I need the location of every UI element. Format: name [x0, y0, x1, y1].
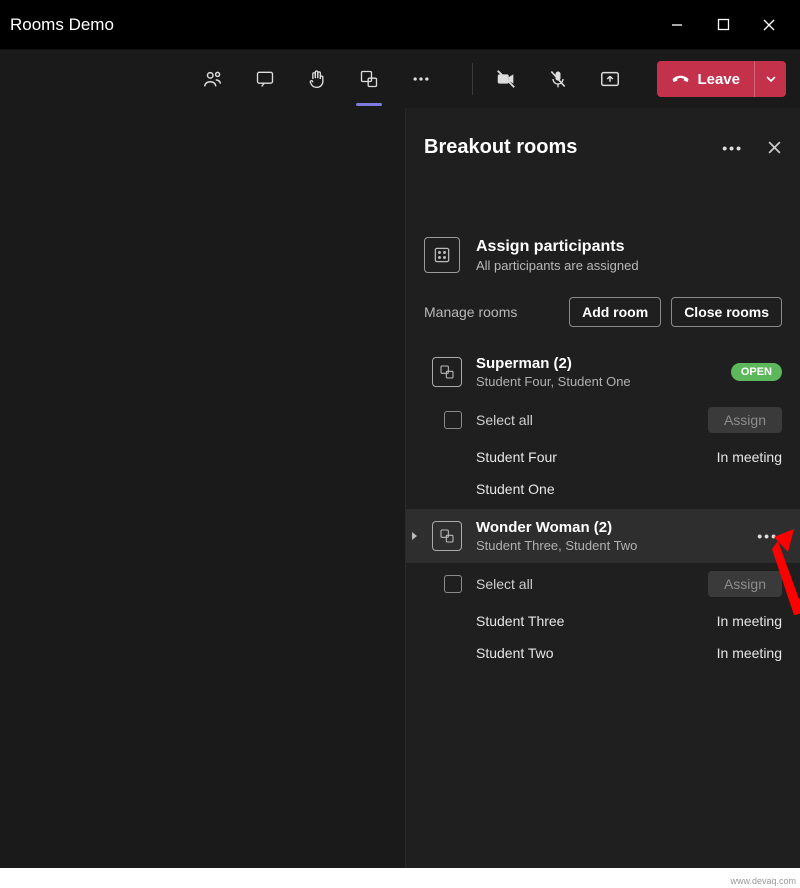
select-all-label: Select all: [476, 412, 694, 428]
meeting-toolbar: Leave: [0, 50, 800, 108]
share-screen-icon[interactable]: [599, 68, 621, 90]
room-subtitle: Student Four, Student One: [476, 374, 717, 389]
titlebar: Rooms Demo: [0, 0, 800, 50]
room-item: Superman (2) Student Four, Student One O…: [406, 345, 800, 509]
camera-off-icon[interactable]: [495, 68, 517, 90]
select-all-checkbox[interactable]: [444, 575, 462, 593]
mic-off-icon[interactable]: [547, 68, 569, 90]
leave-button-main[interactable]: Leave: [657, 61, 754, 97]
assign-participants-card[interactable]: Assign participants All participants are…: [424, 237, 782, 273]
room-member-row[interactable]: Student Two In meeting: [406, 637, 800, 669]
panel-more-icon[interactable]: •••: [718, 140, 747, 156]
content-body: Breakout rooms ••• Assign participants A…: [0, 108, 800, 868]
room-member-row[interactable]: Student One: [406, 473, 800, 505]
member-status: In meeting: [717, 613, 782, 629]
room-status-badge: OPEN: [731, 363, 782, 381]
close-rooms-button[interactable]: Close rooms: [671, 297, 782, 327]
room-member-row[interactable]: Student Three In meeting: [406, 605, 800, 637]
add-room-button[interactable]: Add room: [569, 297, 661, 327]
member-name: Student Two: [476, 645, 554, 661]
close-window-button[interactable]: [760, 16, 778, 34]
assign-button[interactable]: Assign: [708, 571, 782, 597]
panel-header: Breakout rooms •••: [406, 108, 800, 177]
meeting-stage: [0, 108, 405, 868]
watermark: www.devaq.com: [730, 876, 796, 886]
minimize-button[interactable]: [668, 16, 686, 34]
breakout-rooms-panel: Breakout rooms ••• Assign participants A…: [405, 108, 800, 868]
toolbar-divider: [472, 63, 473, 95]
toolbar-right-group: [495, 68, 639, 90]
room-name: Superman (2): [476, 355, 717, 372]
room-more-icon[interactable]: •••: [753, 528, 782, 544]
member-status: In meeting: [717, 645, 782, 661]
leave-dropdown-button[interactable]: [754, 61, 786, 97]
manage-rooms-label: Manage rooms: [424, 304, 517, 320]
select-all-row: Select all Assign: [406, 399, 800, 441]
room-item: Wonder Woman (2) Student Three, Student …: [406, 509, 800, 673]
more-actions-icon[interactable]: [410, 68, 432, 90]
panel-header-actions: •••: [718, 140, 782, 156]
room-header[interactable]: Wonder Woman (2) Student Three, Student …: [406, 509, 800, 563]
assign-participants-icon: [424, 237, 460, 273]
room-header[interactable]: Superman (2) Student Four, Student One O…: [406, 345, 800, 399]
maximize-button[interactable]: [714, 16, 732, 34]
manage-rooms-row: Manage rooms Add room Close rooms: [406, 293, 800, 345]
breakout-rooms-icon[interactable]: [358, 68, 380, 90]
window-title: Rooms Demo: [2, 15, 114, 35]
room-name: Wonder Woman (2): [476, 519, 739, 536]
chat-icon[interactable]: [254, 68, 276, 90]
assign-text-group: Assign participants All participants are…: [476, 238, 639, 273]
room-member-row[interactable]: Student Four In meeting: [406, 441, 800, 473]
room-icon: [432, 521, 462, 551]
member-status: In meeting: [717, 449, 782, 465]
member-name: Student Four: [476, 449, 557, 465]
select-all-row: Select all Assign: [406, 563, 800, 605]
select-all-checkbox[interactable]: [444, 411, 462, 429]
raise-hand-icon[interactable]: [306, 68, 328, 90]
member-name: Student Three: [476, 613, 564, 629]
member-name: Student One: [476, 481, 555, 497]
select-all-label: Select all: [476, 576, 694, 592]
room-buttons-group: Add room Close rooms: [569, 297, 782, 327]
room-titles: Wonder Woman (2) Student Three, Student …: [476, 519, 739, 553]
people-icon[interactable]: [202, 68, 224, 90]
expand-caret-icon: [412, 532, 417, 540]
hangup-icon: [671, 70, 689, 88]
assign-button[interactable]: Assign: [708, 407, 782, 433]
chevron-down-icon: [765, 73, 777, 85]
assign-subtitle: All participants are assigned: [476, 258, 639, 273]
toolbar-left-group: [202, 68, 450, 90]
window-controls: [668, 16, 800, 34]
room-subtitle: Student Three, Student Two: [476, 538, 739, 553]
panel-close-icon[interactable]: [767, 140, 782, 155]
room-icon: [432, 357, 462, 387]
panel-title: Breakout rooms: [424, 136, 577, 159]
assign-title: Assign participants: [476, 238, 639, 256]
leave-label: Leave: [697, 71, 740, 88]
room-titles: Superman (2) Student Four, Student One: [476, 355, 717, 389]
leave-button[interactable]: Leave: [657, 61, 786, 97]
app-window: Rooms Demo: [0, 0, 800, 868]
